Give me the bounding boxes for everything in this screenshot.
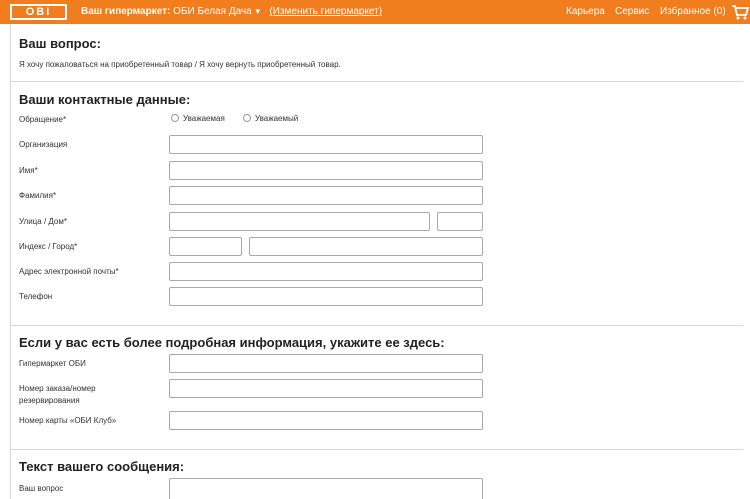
cart-icon[interactable] bbox=[731, 3, 750, 21]
divider bbox=[11, 325, 743, 326]
radio-female[interactable] bbox=[171, 114, 179, 122]
email-input[interactable] bbox=[169, 262, 483, 281]
contact-heading: Ваши контактные данные: bbox=[19, 92, 191, 107]
nav-favorites-link[interactable]: Избранное (0) bbox=[660, 6, 726, 17]
chevron-down-icon[interactable]: ▼ bbox=[254, 7, 262, 16]
house-number-input[interactable] bbox=[437, 212, 483, 231]
divider bbox=[11, 449, 743, 450]
street-label: Улица / Дом* bbox=[19, 217, 67, 226]
first-name-label: Имя* bbox=[19, 166, 38, 175]
question-heading: Ваш вопрос: bbox=[19, 36, 101, 51]
order-number-input[interactable] bbox=[169, 379, 483, 398]
salutation-option-male[interactable]: Уважаемый bbox=[243, 114, 298, 123]
phone-input[interactable] bbox=[169, 287, 483, 306]
salutation-female-label: Уважаемая bbox=[183, 114, 225, 123]
street-input[interactable] bbox=[169, 212, 430, 231]
question-field-label: Ваш вопрос bbox=[19, 484, 64, 493]
zip-input[interactable] bbox=[169, 237, 242, 256]
organization-label: Организация bbox=[19, 140, 68, 149]
club-card-input[interactable] bbox=[169, 411, 483, 430]
radio-male[interactable] bbox=[243, 114, 251, 122]
question-textarea[interactable] bbox=[169, 478, 483, 499]
selected-topic: Я хочу пожаловаться на приобретенный тов… bbox=[19, 60, 341, 69]
store-label: Ваш гипермаркет: bbox=[81, 6, 171, 17]
store-name[interactable]: ОБИ Белая Дача bbox=[173, 6, 252, 17]
salutation-label: Обращение* bbox=[19, 115, 67, 124]
order-number-label: Номер заказа/номер резервирования bbox=[19, 384, 96, 405]
nav-service-link[interactable]: Сервис bbox=[615, 6, 649, 17]
phone-label: Телефон bbox=[19, 292, 53, 301]
divider bbox=[11, 81, 743, 82]
city-input[interactable] bbox=[249, 237, 483, 256]
last-name-label: Фамилия* bbox=[19, 191, 57, 200]
change-store-link[interactable]: (Изменить гипермаркет) bbox=[269, 6, 382, 17]
organization-input[interactable] bbox=[169, 135, 483, 154]
store-input[interactable] bbox=[169, 354, 483, 373]
zip-city-label: Индекс / Город* bbox=[19, 242, 78, 251]
contact-form: Ваш вопрос: Я хочу пожаловаться на приоб… bbox=[10, 24, 750, 499]
message-heading: Текст вашего сообщения: bbox=[19, 459, 185, 474]
top-bar: OBI Ваш гипермаркет: ОБИ Белая Дача ▼ (Из… bbox=[0, 0, 750, 24]
obi-logo[interactable]: OBI bbox=[10, 4, 67, 20]
salutation-option-female[interactable]: Уважаемая bbox=[171, 114, 225, 123]
salutation-male-label: Уважаемый bbox=[255, 114, 299, 123]
first-name-input[interactable] bbox=[169, 161, 483, 180]
email-label: Адрес электронной почты* bbox=[19, 267, 119, 276]
nav-careers-link[interactable]: Карьера bbox=[566, 6, 605, 17]
club-card-label: Номер карты «ОБИ Клуб» bbox=[19, 416, 117, 425]
store-field-label: Гипермаркет ОБИ bbox=[19, 359, 86, 368]
details-heading: Если у вас есть более подробная информац… bbox=[19, 335, 445, 350]
last-name-input[interactable] bbox=[169, 186, 483, 205]
store-selector[interactable]: Ваш гипермаркет: ОБИ Белая Дача ▼ (Измени… bbox=[81, 6, 382, 17]
